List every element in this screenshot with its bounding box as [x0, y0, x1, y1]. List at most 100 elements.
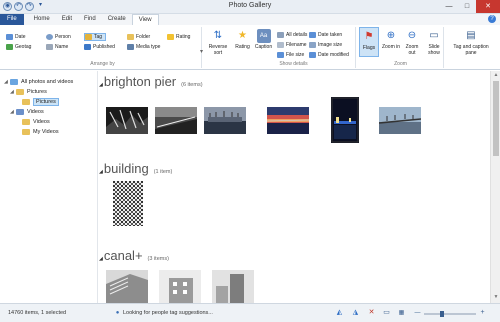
zoom-in-icon[interactable]: +	[478, 309, 487, 317]
slide-show-button[interactable]: ▭ Slide show	[424, 29, 444, 57]
nav-pictures-library[interactable]: ◢ Pictures	[0, 87, 97, 97]
scroll-thumb[interactable]	[493, 81, 499, 156]
nav-my-videos-folder[interactable]: My Videos	[0, 127, 97, 137]
geotag-icon	[6, 44, 13, 50]
zoom-out-icon: ⊖	[407, 30, 417, 41]
arrange-person-button[interactable]: Person	[46, 33, 71, 41]
rotate-left-icon[interactable]: ◭	[335, 309, 344, 317]
arrange-name-button[interactable]: Name	[46, 43, 68, 51]
people-tag-icon: ●	[115, 310, 120, 316]
zoom-in-icon: ⊕	[386, 30, 396, 41]
photo-thumbnail[interactable]	[212, 270, 254, 303]
zoom-out-button[interactable]: ⊖ Zoom out	[402, 29, 422, 57]
photo-thumbnail[interactable]	[106, 107, 148, 134]
nav-videos-library[interactable]: ◢ Videos	[0, 107, 97, 117]
scroll-up-icon[interactable]: ▲	[492, 72, 500, 80]
arrange-folder-button[interactable]: Folder	[127, 33, 150, 41]
photo-thumbnail[interactable]	[155, 107, 197, 134]
help-icon[interactable]: ?	[488, 15, 496, 23]
minimize-button[interactable]: —	[440, 0, 458, 13]
photo-thumbnail[interactable]	[159, 270, 201, 303]
file-size-icon	[277, 52, 284, 58]
star-icon	[167, 34, 174, 40]
group-header[interactable]: ◢ brighton pier (6 items)	[99, 74, 203, 89]
arrange-media-type-button[interactable]: Media type	[127, 43, 160, 51]
photo-thumbnail[interactable]	[331, 97, 359, 143]
group-count: (3 items)	[147, 256, 169, 262]
file-size-button[interactable]: File size	[277, 51, 304, 59]
arrange-date-button[interactable]: Date	[6, 33, 26, 41]
tab-find[interactable]: Find	[78, 14, 102, 25]
photo-thumbnail[interactable]	[204, 107, 246, 134]
photo-thumbnail[interactable]	[267, 107, 309, 134]
arrange-more-icon[interactable]: ▾	[200, 47, 203, 55]
slide-show-icon[interactable]: ▭	[382, 309, 391, 317]
tab-home[interactable]: Home	[28, 14, 56, 25]
photo-grid: ◢ brighton pier (6 items) ◢ building (1 …	[99, 71, 490, 303]
collapse-icon[interactable]: ◢	[99, 82, 103, 88]
status-bar: 14760 items, 1 selected ● Looking for pe…	[0, 303, 500, 322]
maximize-button[interactable]: □	[458, 0, 476, 13]
photo-thumbnail[interactable]	[113, 181, 143, 226]
filename-button[interactable]: Filename	[277, 41, 307, 49]
vertical-scrollbar[interactable]: ▲ ▼	[490, 71, 500, 303]
tab-edit[interactable]: Edit	[56, 14, 78, 25]
items-count: 14760 items, 1 selected	[8, 310, 67, 316]
delete-icon[interactable]: ✕	[367, 309, 376, 317]
rating-detail-button[interactable]: ★ Rating	[233, 29, 252, 51]
arrange-geotag-button[interactable]: Geotag	[6, 43, 31, 51]
folder-icon	[127, 34, 134, 40]
rotate-right-icon[interactable]: ◮	[351, 309, 360, 317]
thumbnail-size-icon[interactable]: ▦	[397, 309, 406, 317]
photo-thumbnail[interactable]	[106, 270, 148, 303]
sort-arrows-icon: ⇅	[213, 30, 223, 41]
arrange-by-group: Date Geotag Person Name Tag Published Fo…	[4, 27, 202, 68]
zoom-out-icon[interactable]: —	[413, 309, 422, 317]
name-icon	[46, 44, 53, 50]
tag-icon	[85, 34, 92, 40]
collapse-icon[interactable]: ◢	[99, 256, 103, 262]
date-taken-button[interactable]: Date taken	[309, 31, 342, 39]
reverse-sort-button[interactable]: ⇅ Reverse sort	[206, 29, 230, 57]
tab-file[interactable]: File	[0, 14, 24, 25]
image-size-button[interactable]: Image size	[309, 41, 342, 49]
person-icon	[46, 34, 53, 40]
group-header[interactable]: ◢ building (1 item)	[99, 161, 172, 176]
date-modified-icon	[309, 52, 316, 58]
filename-icon	[277, 42, 284, 48]
zoom-slider[interactable]	[424, 311, 476, 317]
arrange-published-button[interactable]: Published	[84, 43, 115, 51]
scroll-down-icon[interactable]: ▼	[492, 294, 500, 302]
zoom-group: ⚑ Flags ⊕ Zoom in ⊖ Zoom out ▭ Slide sho…	[358, 27, 444, 68]
arrange-tag-button[interactable]: Tag	[84, 33, 107, 41]
caption-detail-button[interactable]: Aa Caption	[253, 29, 274, 50]
people-tag-status: Looking for people tag suggestions...	[123, 310, 213, 316]
group-building: ◢ building (1 item)	[99, 161, 490, 241]
ribbon-tabs: File Home Edit Find Create View	[0, 14, 500, 25]
published-icon	[84, 44, 91, 50]
group-header[interactable]: ◢ canal+ (3 items)	[99, 248, 169, 263]
flags-button[interactable]: ⚑ Flags	[359, 27, 379, 57]
media-type-icon	[127, 44, 134, 50]
nav-pictures-folder[interactable]: Pictures	[0, 97, 97, 107]
tag-caption-pane-button[interactable]: ▤ Tag and caption pane	[448, 29, 494, 57]
nav-all-photos-videos[interactable]: ◢ All photos and videos	[0, 77, 97, 87]
tab-view[interactable]: View	[131, 14, 159, 25]
group-title: building	[103, 161, 149, 176]
date-modified-button[interactable]: Date modified	[309, 51, 349, 59]
photo-thumbnail[interactable]	[379, 107, 421, 134]
all-details-button[interactable]: All details	[277, 31, 307, 39]
group-canal: ◢ canal+ (3 items)	[99, 248, 490, 303]
folder-icon	[22, 99, 30, 105]
tag-pane-icon: ▤	[466, 30, 476, 41]
star-icon: ★	[238, 30, 247, 41]
collapse-icon[interactable]: ◢	[99, 169, 103, 175]
zoom-in-button[interactable]: ⊕ Zoom in	[381, 29, 401, 51]
nav-videos-folder[interactable]: Videos	[0, 117, 97, 127]
all-details-icon	[277, 32, 284, 38]
tab-create[interactable]: Create	[102, 14, 132, 25]
close-button[interactable]: ✕	[476, 0, 500, 13]
arrange-rating-button[interactable]: Rating	[167, 33, 190, 41]
pictures-library-icon	[16, 89, 24, 95]
slide-show-icon: ▭	[429, 30, 439, 41]
